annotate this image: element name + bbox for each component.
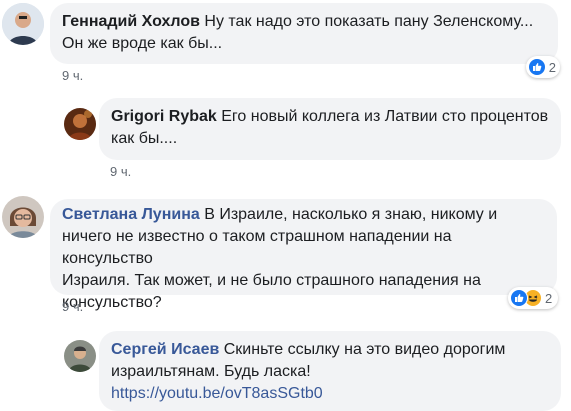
comment-author[interactable]: Светлана Лунина	[62, 206, 200, 223]
comment-text: Израиля. Так может, и не было страшного …	[62, 272, 481, 289]
person-photo-icon	[64, 108, 96, 140]
comment-time[interactable]: 9 ч.	[110, 164, 131, 179]
comment-text: как бы....	[111, 130, 178, 147]
person-photo-icon	[64, 340, 96, 372]
like-icon	[510, 289, 528, 307]
person-photo-icon	[2, 196, 44, 238]
reaction-count: 2	[548, 59, 556, 75]
reactions-badge[interactable]: 2	[508, 287, 558, 309]
comment-text: Он же вроде как бы...	[62, 35, 223, 52]
comment-bubble: Сергей Исаев Скиньте ссылку на это видео…	[99, 331, 561, 411]
comment-bubble: Геннадий Хохлов Ну так надо это показать…	[50, 3, 558, 64]
comment-text: Скиньте ссылку на это видео дорогим	[219, 341, 506, 358]
comment-time[interactable]: 9 ч.	[62, 299, 83, 314]
comment-text: В Израиле, насколько я знаю, никому и	[199, 206, 498, 223]
comment-bubble: Grigori Rybak Его новый коллега из Латви…	[99, 98, 561, 160]
comment-bubble: Светлана Лунина В Израиле, насколько я з…	[50, 199, 557, 311]
comment-author[interactable]: Геннадий Хохлов	[62, 13, 200, 30]
avatar-sergey[interactable]	[64, 340, 96, 372]
avatar-grigori[interactable]	[64, 108, 96, 140]
like-icon	[528, 58, 546, 76]
comment-text: израильтянам. Будь ласка!	[111, 363, 311, 380]
comment-text: консульство?	[62, 294, 162, 311]
person-photo-icon	[2, 3, 44, 45]
comment-author[interactable]: Grigori Rybak	[111, 108, 217, 125]
comment-text: Ну так надо это показать пану Зеленскому…	[199, 13, 534, 30]
avatar-svetlana[interactable]	[2, 196, 44, 238]
comment-link[interactable]: https://youtu.be/ovT8asSGtb0	[111, 383, 549, 405]
reactions-badge[interactable]: 2	[526, 56, 560, 78]
comment-time[interactable]: 9 ч.	[62, 68, 83, 83]
comment-text: ничего не известно о таком страшном напа…	[62, 228, 452, 267]
avatar-gennadiy[interactable]	[2, 3, 44, 45]
reaction-count: 2	[545, 290, 553, 306]
comment-author[interactable]: Сергей Исаев	[111, 341, 219, 358]
comment-text: Его новый коллега из Латвии сто проценто…	[216, 108, 549, 125]
